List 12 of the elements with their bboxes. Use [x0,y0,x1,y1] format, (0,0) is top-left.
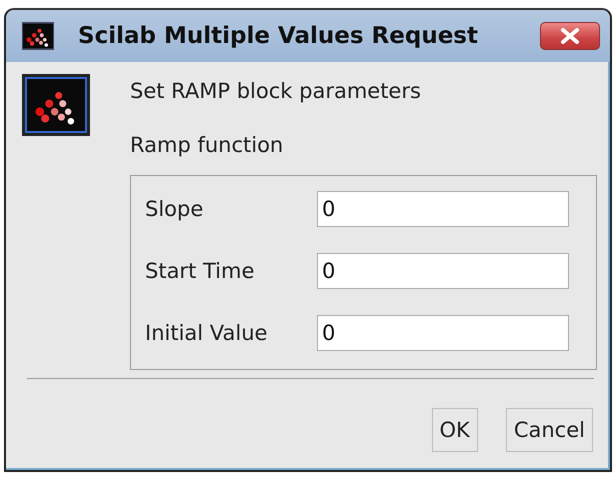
input-field[interactable]: 0 [317,315,569,351]
input-field[interactable]: 0 [317,253,569,289]
group-title: Ramp function [130,133,284,157]
window-title: Scilab Multiple Values Request [78,23,479,49]
field-label: Start Time [145,259,256,283]
ok-button[interactable]: OK [432,408,478,452]
field-label: Slope [145,197,204,221]
cancel-button[interactable]: Cancel [506,408,593,452]
close-button[interactable] [540,22,600,50]
field-label: Initial Value [145,321,268,345]
input-field[interactable]: 0 [317,191,569,227]
message-text: Set RAMP block parameters [130,79,422,103]
